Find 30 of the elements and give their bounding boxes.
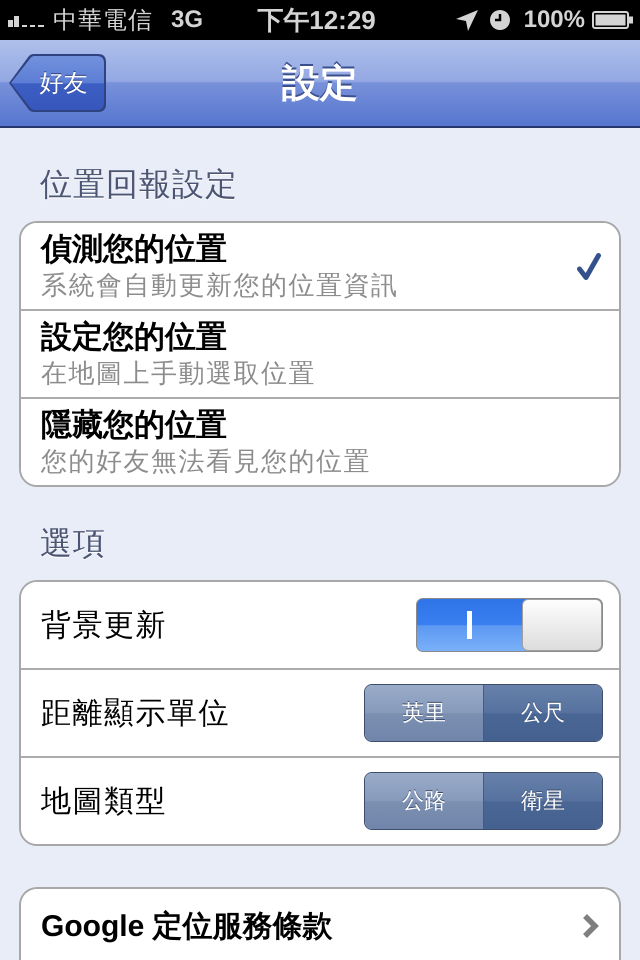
nav-title: 設定	[282, 62, 358, 106]
segment-button[interactable]: 公尺	[483, 685, 602, 741]
setting-label: 背景更新	[41, 608, 167, 644]
clock-icon	[490, 10, 510, 30]
battery-icon	[592, 11, 633, 29]
option-title: 隱藏您的位置	[41, 406, 228, 444]
back-button[interactable]: 好友	[9, 54, 106, 112]
location-arrow-icon	[456, 10, 478, 30]
option-subtitle: 系統會自動更新您的位置資訊	[41, 269, 398, 302]
option-subtitle: 您的好友無法看見您的位置	[41, 445, 371, 478]
carrier-name: 中華電信	[53, 6, 153, 36]
on-mark-icon	[467, 611, 472, 639]
switch-knob[interactable]	[522, 599, 602, 651]
chevron-icon	[582, 913, 599, 939]
signal-icon	[8, 16, 44, 26]
location-option[interactable]: 隱藏您的位置 您的好友無法看見您的位置	[21, 397, 619, 485]
toggle-switch[interactable]	[416, 598, 603, 652]
option-title: 偵測您的位置	[41, 230, 228, 268]
battery-percent: 100%	[524, 6, 585, 34]
setting-label: 距離顯示單位	[41, 696, 230, 732]
section-header: 位置回報設定	[39, 165, 239, 204]
section-header: 選項	[39, 524, 107, 563]
setting-label: 地圖類型	[41, 784, 167, 820]
segment-button[interactable]: 公路	[365, 773, 483, 829]
network-type: 3G	[171, 6, 204, 34]
checkmark-icon	[577, 252, 601, 280]
segment-button[interactable]: 衛星	[483, 773, 602, 829]
status-time: 下午12:29	[257, 4, 376, 36]
option-title: 設定您的位置	[41, 318, 228, 356]
option-subtitle: 在地圖上手動選取位置	[41, 357, 316, 390]
